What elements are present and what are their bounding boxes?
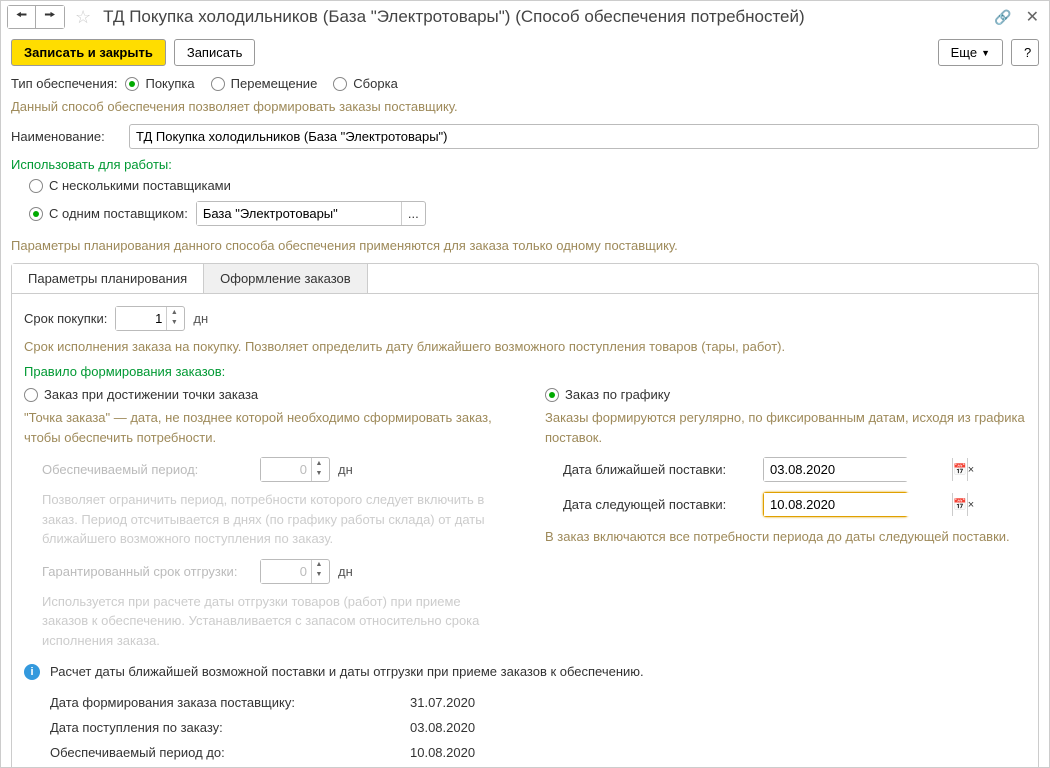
guaranteed-note: Позволяет ограничить период, потребности… xyxy=(42,490,505,549)
calc-r3-val: 10.08.2020 xyxy=(410,745,475,760)
rule-point-note: "Точка заказа" — дата, не позднее которо… xyxy=(24,408,505,447)
provision-type-label: Тип обеспечения: xyxy=(11,76,117,91)
name-input[interactable] xyxy=(129,124,1039,149)
ship-note: Используется при расчете даты отгрузки т… xyxy=(42,592,505,651)
save-button[interactable]: Записать xyxy=(174,39,256,66)
save-close-button[interactable]: Записать и закрыть xyxy=(11,39,166,66)
ship-term-label: Гарантированный срок отгрузки: xyxy=(42,564,252,579)
info-text: Расчет даты ближайшей возможной поставки… xyxy=(50,664,644,679)
rule-schedule-note: Заказы формируются регулярно, по фиксиро… xyxy=(545,408,1026,447)
info-icon: i xyxy=(24,664,40,680)
more-button[interactable]: Еще ▼ xyxy=(938,39,1003,66)
usage-label: Использовать для работы: xyxy=(11,157,1039,172)
window-title: ТД Покупка холодильников (База "Электрот… xyxy=(103,7,988,27)
radio-purchase[interactable]: Покупка xyxy=(125,76,194,91)
radio-transfer[interactable]: Перемещение xyxy=(211,76,318,91)
radio-single-supplier[interactable]: С одним поставщиком: xyxy=(29,206,188,221)
close-icon[interactable]: ✕ xyxy=(1026,7,1039,27)
calc-r3-label: Обеспечиваемый период до: xyxy=(50,745,410,760)
calc-r1-label: Дата формирования заказа поставщику: xyxy=(50,695,410,710)
guaranteed-period-label: Обеспечиваемый период: xyxy=(42,462,252,477)
purchase-term-label: Срок покупки: xyxy=(24,311,107,326)
tab-planning-params[interactable]: Параметры планирования xyxy=(12,264,204,293)
spinner-down[interactable]: ▼ xyxy=(167,317,181,327)
radio-assembly[interactable]: Сборка xyxy=(333,76,398,91)
planning-note: Параметры планирования данного способа о… xyxy=(11,238,1039,253)
calc-r1-val: 31.07.2020 xyxy=(410,695,475,710)
calendar-icon[interactable]: 📅 xyxy=(952,458,967,481)
help-button[interactable]: ? xyxy=(1011,39,1039,66)
guaranteed-period-input xyxy=(261,458,311,481)
date-after-label: Дата следующей поставки: xyxy=(563,497,753,512)
purchase-term-input[interactable] xyxy=(116,307,166,330)
supplier-input[interactable] xyxy=(197,202,401,225)
purchase-term-note: Срок исполнения заказа на покупку. Позво… xyxy=(24,339,1026,354)
forward-button[interactable]: 🠚 xyxy=(36,6,64,28)
chevron-down-icon: ▼ xyxy=(981,48,990,58)
nav-buttons: 🠘 🠚 xyxy=(7,5,65,29)
radio-multi-supplier[interactable]: С несколькими поставщиками xyxy=(29,178,1039,193)
schedule-note2: В заказ включаются все потребности перио… xyxy=(545,527,1026,547)
date-next-label: Дата ближайшей поставки: xyxy=(563,462,753,477)
tab-order-design[interactable]: Оформление заказов xyxy=(204,264,368,293)
spinner-up[interactable]: ▲ xyxy=(167,307,181,317)
radio-rule-point[interactable]: Заказ при достижении точки заказа xyxy=(24,387,505,402)
supplier-select-button[interactable]: ... xyxy=(401,202,425,225)
name-label: Наименование: xyxy=(11,129,121,144)
date-after-input[interactable] xyxy=(764,493,952,516)
link-icon[interactable]: 🔗 xyxy=(994,9,1011,26)
calc-r2-val: 03.08.2020 xyxy=(410,720,475,735)
favorite-icon[interactable]: ☆ xyxy=(75,7,91,28)
back-button[interactable]: 🠘 xyxy=(8,6,36,28)
provision-note: Данный способ обеспечения позволяет форм… xyxy=(11,99,1039,114)
calc-r2-label: Дата поступления по заказу: xyxy=(50,720,410,735)
ship-term-input xyxy=(261,560,311,583)
order-rule-label: Правило формирования заказов: xyxy=(24,364,1026,379)
radio-rule-schedule[interactable]: Заказ по графику xyxy=(545,387,1026,402)
date-next-input[interactable] xyxy=(764,458,952,481)
clear-icon[interactable]: × xyxy=(967,493,974,516)
clear-icon[interactable]: × xyxy=(967,458,974,481)
calendar-icon[interactable]: 📅 xyxy=(952,493,967,516)
purchase-term-unit: дн xyxy=(193,311,208,326)
